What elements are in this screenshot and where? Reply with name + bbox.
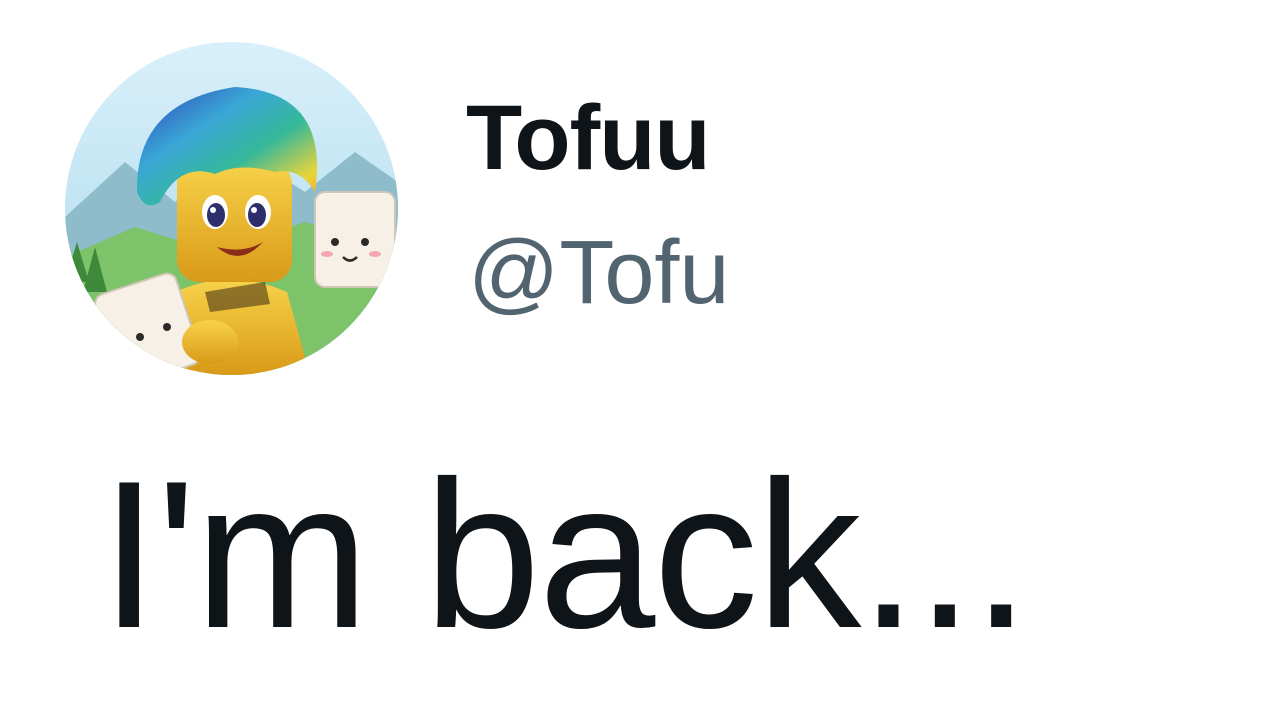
user-handle[interactable]: @Tofu xyxy=(468,228,729,318)
tweet-text: I'm back... xyxy=(100,437,1030,672)
avatar[interactable] xyxy=(65,42,398,375)
tweet-card: Tofuu @Tofu I'm back... xyxy=(0,0,1280,720)
display-name[interactable]: Tofuu xyxy=(466,92,711,184)
avatar-illustration xyxy=(65,42,398,375)
